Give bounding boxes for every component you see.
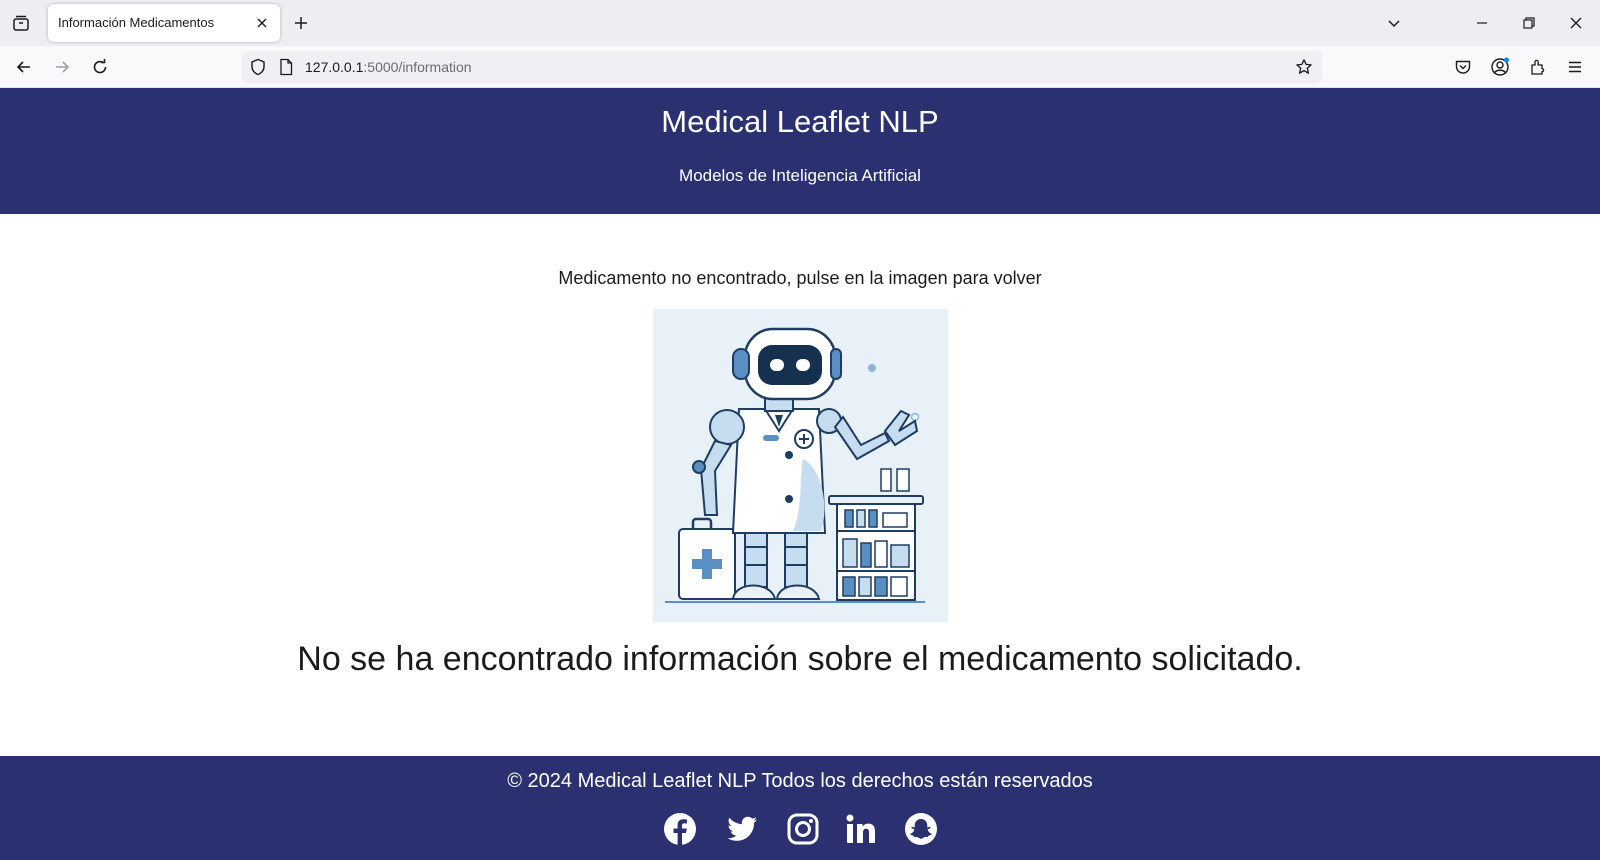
tab-list-icon[interactable] (10, 12, 32, 34)
not-found-instruction: Medicamento no encontrado, pulse en la i… (558, 268, 1042, 288)
close-icon[interactable] (252, 13, 272, 33)
new-tab-icon[interactable] (290, 12, 312, 34)
site-header: Medical Leaflet NLP Modelos de Inteligen… (0, 88, 1600, 214)
sparkle-dot (868, 364, 876, 372)
forward-icon[interactable] (50, 55, 74, 79)
url-text: 127.0.0.1:5000/information (305, 59, 472, 75)
menu-icon[interactable] (1563, 55, 1587, 79)
minimize-icon[interactable] (1471, 12, 1493, 34)
site-footer: © 2024 Medical Leaflet NLP Todos los der… (0, 756, 1600, 860)
extensions-icon[interactable] (1526, 55, 1550, 79)
sparkle-dot (910, 412, 920, 422)
browser-tab[interactable]: Información Medicamentos (48, 4, 280, 42)
tab-title: Información Medicamentos (58, 15, 215, 30)
url-host: 127.0.0.1 (305, 59, 364, 75)
linkedin-icon[interactable] (844, 812, 878, 846)
close-window-icon[interactable] (1565, 12, 1587, 34)
main-content: Medicamento no encontrado, pulse en la i… (0, 214, 1600, 756)
robot-body (731, 408, 827, 534)
robot-head (732, 327, 842, 412)
back-icon[interactable] (12, 55, 36, 79)
instagram-icon[interactable] (786, 812, 820, 846)
url-path: :5000/information (363, 59, 472, 75)
pocket-icon[interactable] (1451, 55, 1475, 79)
site-title: Medical Leaflet NLP (661, 104, 939, 139)
copyright-text: © 2024 Medical Leaflet NLP Todos los der… (507, 770, 1093, 792)
facebook-icon[interactable] (663, 812, 697, 846)
browser-tab-strip: Información Medicamentos (0, 0, 1600, 46)
chevron-down-icon[interactable] (1383, 12, 1405, 34)
browser-nav-bar: 127.0.0.1:5000/information (0, 46, 1600, 88)
first-aid-kit (678, 517, 736, 600)
site-subtitle: Modelos de Inteligencia Artificial (679, 166, 921, 185)
reload-icon[interactable] (88, 55, 112, 79)
account-icon[interactable] (1488, 55, 1512, 79)
robot-pharmacist-image-link[interactable] (653, 309, 948, 622)
twitter-icon[interactable] (725, 812, 759, 846)
robot-pharmacist-illustration (665, 327, 925, 603)
medicine-shelf (828, 468, 924, 601)
star-icon[interactable] (1294, 57, 1314, 77)
robot-legs (731, 528, 821, 600)
snapchat-icon[interactable] (904, 812, 938, 846)
address-bar[interactable]: 127.0.0.1:5000/information (242, 51, 1322, 83)
shield-icon[interactable] (248, 57, 268, 77)
page-icon[interactable] (276, 57, 296, 77)
not-found-message: No se ha encontrado información sobre el… (297, 640, 1303, 678)
restore-icon[interactable] (1518, 12, 1540, 34)
